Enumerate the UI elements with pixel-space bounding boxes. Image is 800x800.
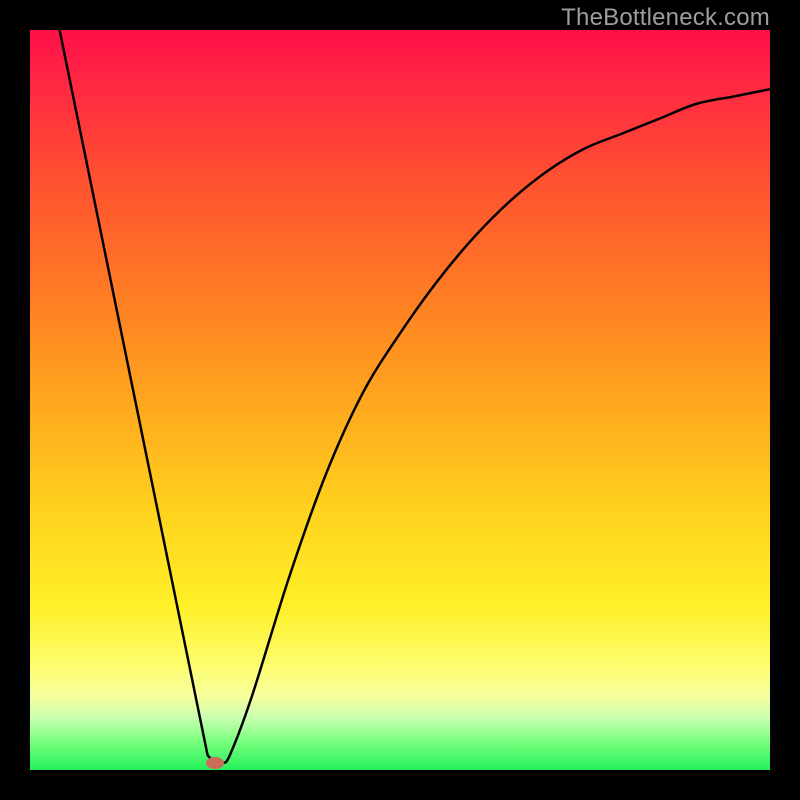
chart-frame: TheBottleneck.com bbox=[0, 0, 800, 800]
bottleneck-curve bbox=[0, 0, 800, 800]
minimum-marker bbox=[206, 757, 224, 769]
